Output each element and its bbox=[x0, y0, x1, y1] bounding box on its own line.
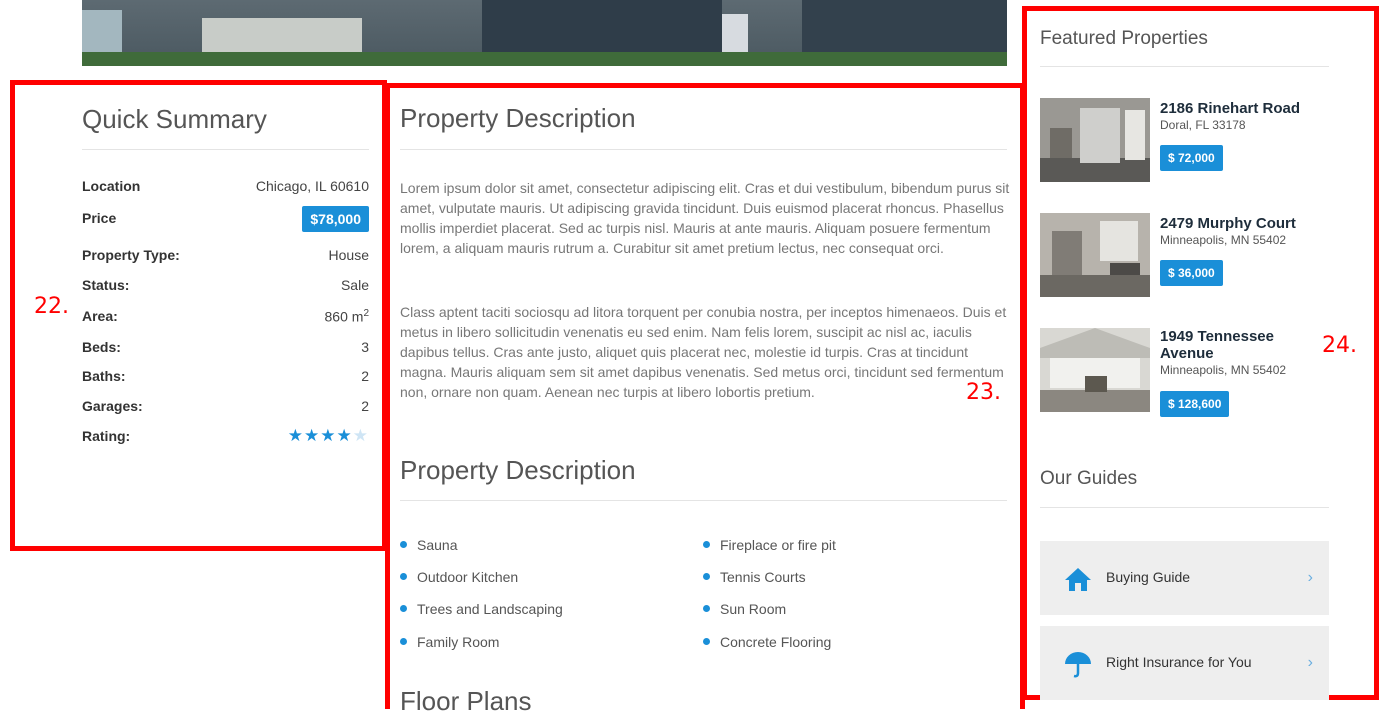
quick-summary-title: Quick Summary bbox=[82, 104, 267, 134]
feature-item: Trees and Landscaping bbox=[400, 601, 563, 617]
summary-row-price: Price $78,000 bbox=[82, 206, 369, 232]
description-paragraph: Class aptent taciti sociosqu ad litora t… bbox=[400, 304, 1007, 400]
summary-row-area: Area: 860 m2 bbox=[82, 308, 369, 325]
property-thumbnail[interactable] bbox=[1040, 98, 1150, 182]
divider bbox=[1040, 66, 1329, 67]
floor-plans-title: Floor Plans bbox=[400, 686, 532, 716]
feature-item: Fireplace or fire pit bbox=[703, 537, 836, 553]
star-filled-icon: ★ bbox=[287, 426, 304, 445]
featured-properties-title: Featured Properties bbox=[1040, 28, 1208, 49]
divider bbox=[400, 149, 1007, 150]
star-filled-icon: ★ bbox=[320, 426, 337, 445]
star-filled-icon: ★ bbox=[336, 426, 353, 445]
home-icon bbox=[1064, 565, 1092, 593]
umbrella-icon bbox=[1064, 650, 1092, 678]
features-title: Property Description bbox=[400, 455, 636, 485]
summary-row-baths: Baths: 2 bbox=[82, 368, 369, 384]
summary-row-type: Property Type: House bbox=[82, 247, 369, 263]
feature-item: Outdoor Kitchen bbox=[400, 569, 518, 585]
chevron-right-icon: › bbox=[1307, 569, 1313, 586]
feature-item: Sauna bbox=[400, 537, 457, 553]
property-address: Minneapolis, MN 55402 bbox=[1160, 363, 1287, 377]
divider bbox=[400, 500, 1007, 501]
guide-buying[interactable]: Buying Guide › bbox=[1040, 541, 1329, 615]
our-guides-title: Our Guides bbox=[1040, 468, 1138, 489]
property-price-badge: $ 36,000 bbox=[1160, 260, 1223, 286]
star-filled-icon: ★ bbox=[304, 426, 321, 445]
rating-stars: ★★★★★ bbox=[288, 426, 369, 446]
property-address: Doral, FL 33178 bbox=[1160, 118, 1246, 132]
property-description-title: Property Description bbox=[400, 103, 636, 133]
property-name-link[interactable]: 2479 Murphy Court bbox=[1160, 215, 1310, 232]
property-address: Minneapolis, MN 55402 bbox=[1160, 233, 1287, 247]
feature-item: Tennis Courts bbox=[703, 569, 806, 585]
property-price-badge: $ 72,000 bbox=[1160, 145, 1223, 171]
property-thumbnail[interactable] bbox=[1040, 328, 1150, 412]
divider bbox=[1040, 507, 1329, 508]
feature-item: Family Room bbox=[400, 634, 499, 650]
summary-row-beds: Beds: 3 bbox=[82, 339, 369, 355]
summary-row-rating: Rating: ★★★★★ bbox=[82, 426, 369, 446]
property-thumbnail[interactable] bbox=[1040, 213, 1150, 297]
annotation-label-22: 22. bbox=[34, 294, 69, 319]
guide-insurance[interactable]: Right Insurance for You › bbox=[1040, 626, 1329, 700]
summary-row-status: Status: Sale bbox=[82, 277, 369, 293]
property-name-link[interactable]: 2186 Rinehart Road bbox=[1160, 100, 1310, 117]
annotation-label-24: 24. bbox=[1322, 333, 1357, 358]
summary-row-location: Location Chicago, IL 60610 bbox=[82, 178, 369, 194]
price-badge: $78,000 bbox=[302, 206, 369, 232]
feature-item: Concrete Flooring bbox=[703, 634, 831, 650]
hero-image bbox=[82, 0, 1007, 66]
property-name-link[interactable]: 1949 Tennessee Avenue bbox=[1160, 328, 1290, 362]
summary-row-garages: Garages: 2 bbox=[82, 398, 369, 414]
feature-item: Sun Room bbox=[703, 601, 786, 617]
star-empty-icon: ★ bbox=[352, 426, 369, 445]
property-price-badge: $ 128,600 bbox=[1160, 391, 1230, 417]
description-paragraph: Lorem ipsum dolor sit amet, consectetur … bbox=[400, 180, 1010, 256]
divider bbox=[82, 149, 369, 150]
chevron-right-icon: › bbox=[1307, 654, 1313, 671]
